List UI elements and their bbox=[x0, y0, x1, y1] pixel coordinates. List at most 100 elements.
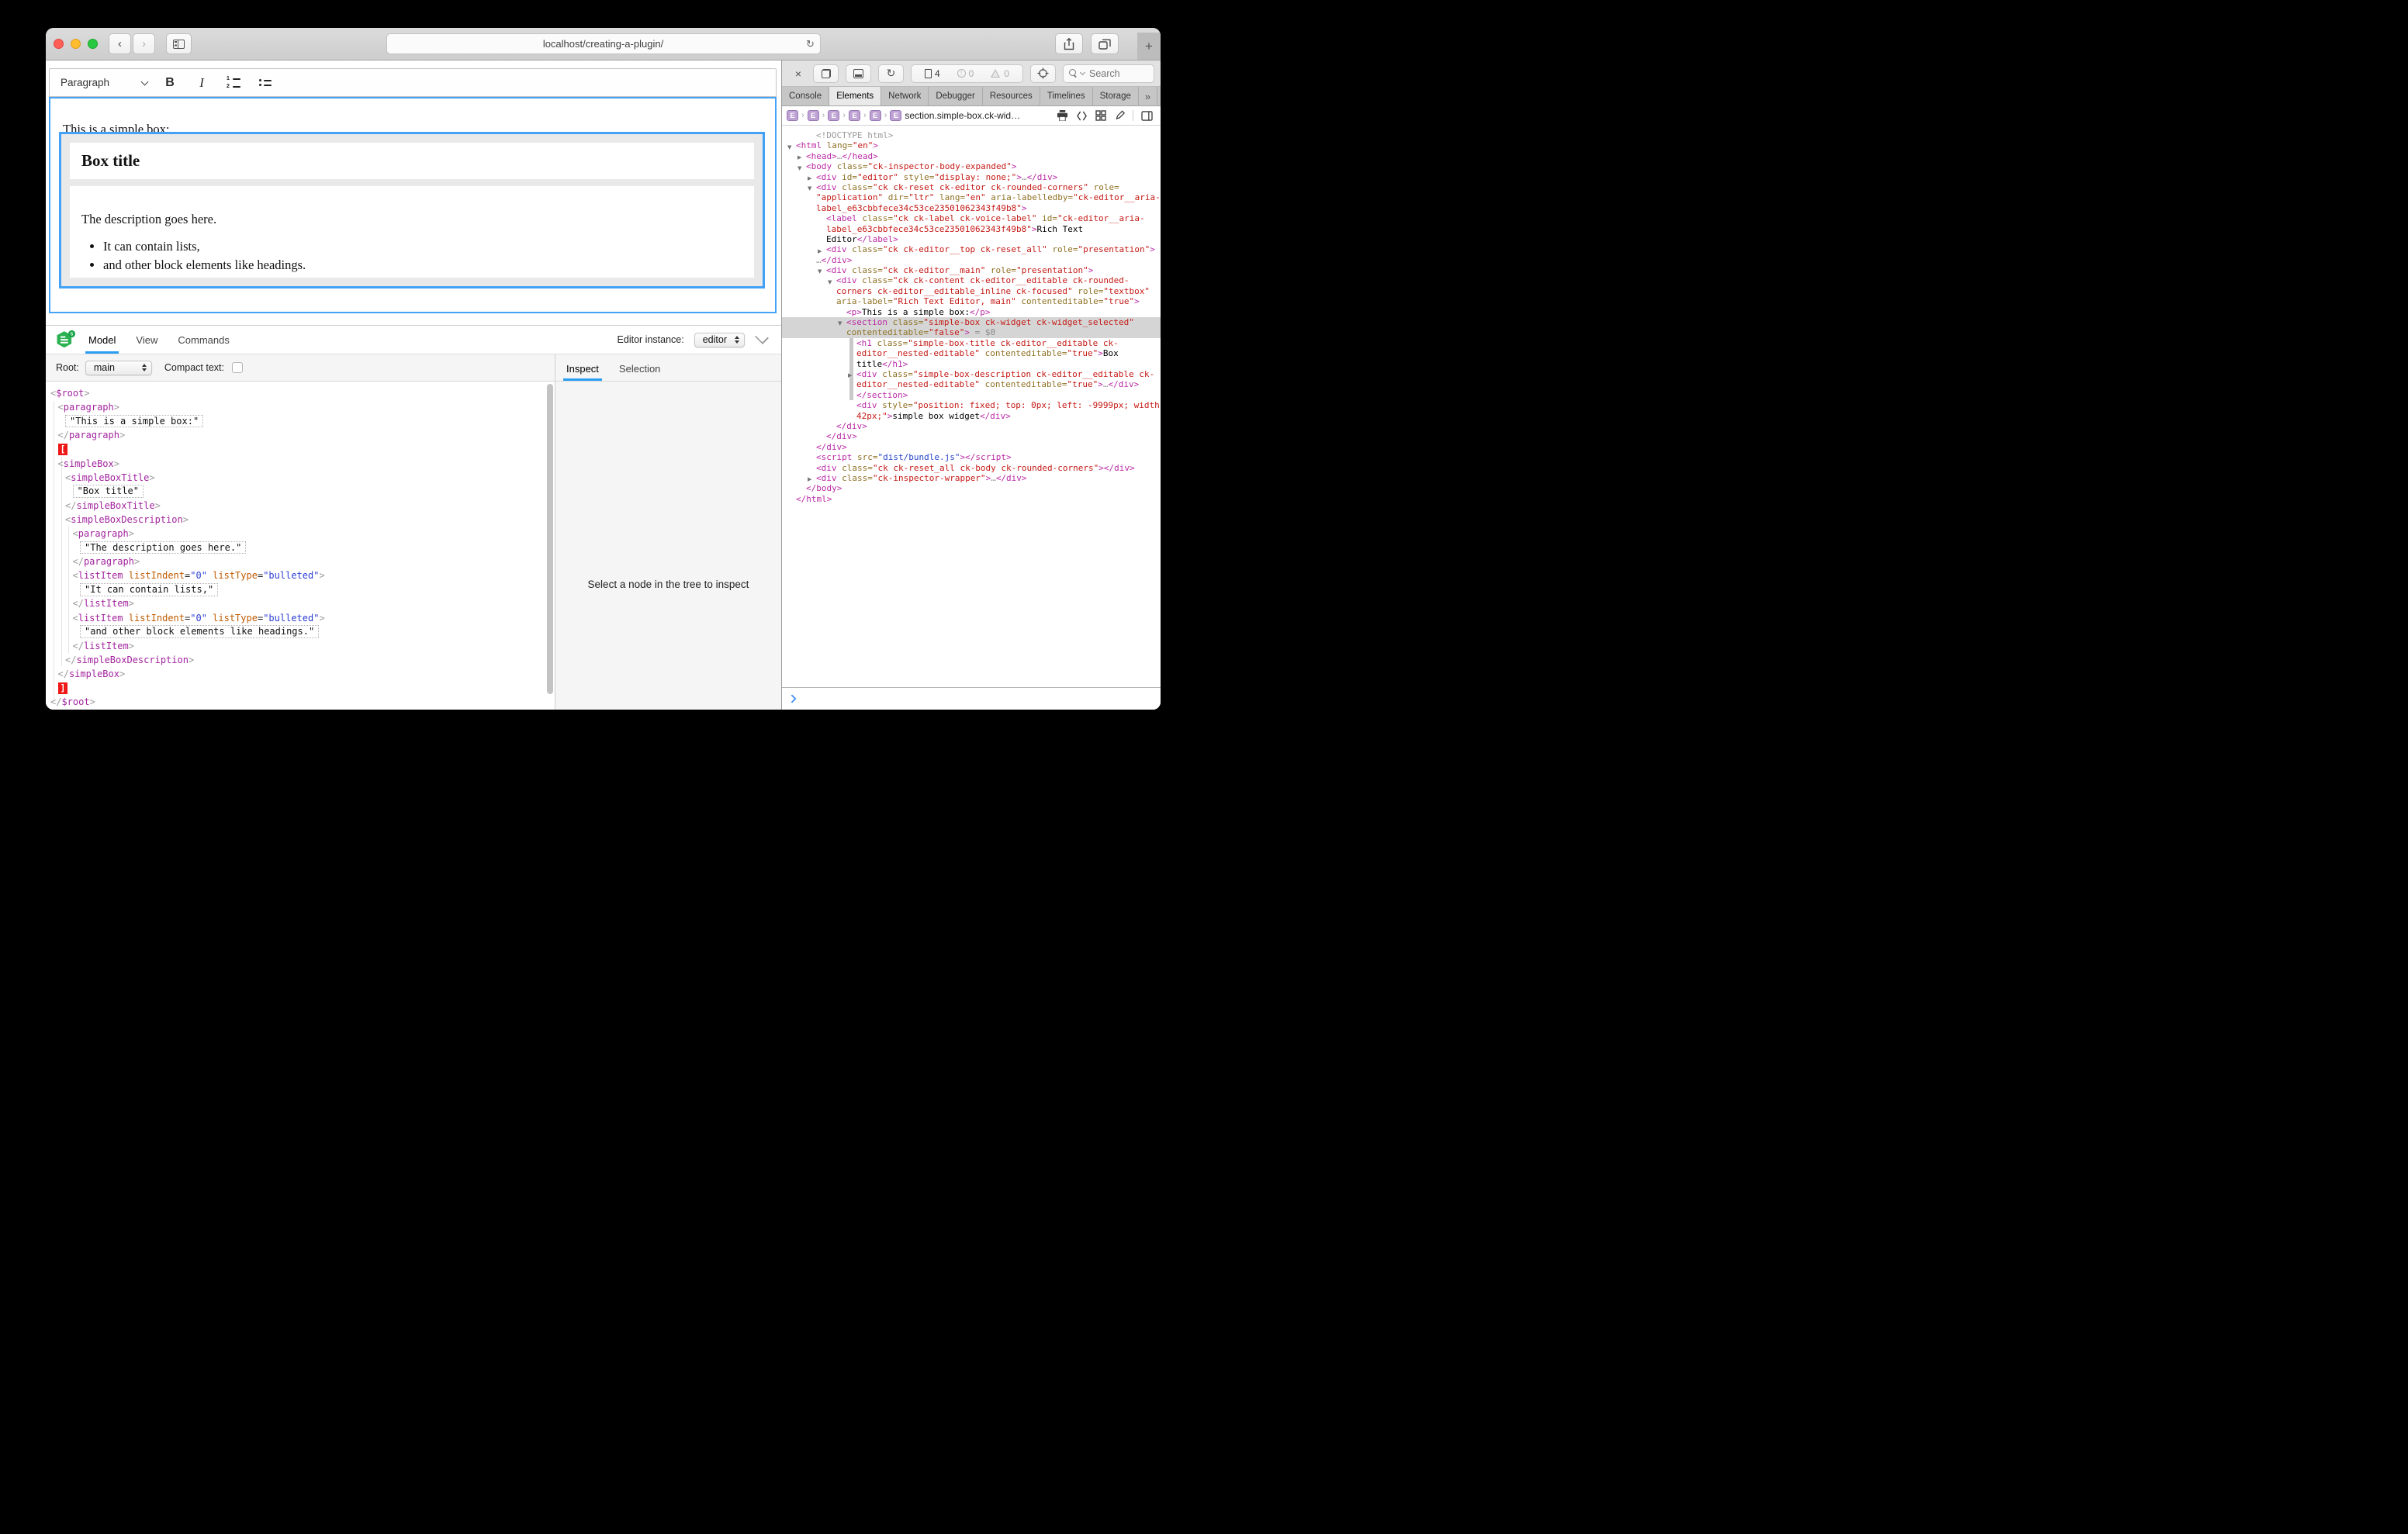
address-bar[interactable]: ↻ bbox=[386, 33, 821, 54]
quick-console[interactable] bbox=[782, 687, 1161, 710]
breadcrumb-element-badge[interactable]: E bbox=[787, 110, 798, 121]
code-line[interactable]: <div style="position: fixed; top: 0px; l… bbox=[782, 400, 1161, 410]
code-line[interactable]: </div> bbox=[782, 421, 1161, 431]
code-line[interactable]: editor__nested-editable" contenteditable… bbox=[782, 379, 1161, 389]
editor-instance-select[interactable]: editor bbox=[694, 333, 745, 347]
code-line[interactable]: ▶<div class="simple-box-description ck-e… bbox=[782, 369, 1161, 379]
root-select[interactable]: main bbox=[85, 361, 152, 375]
print-icon[interactable] bbox=[1057, 110, 1068, 121]
model-line[interactable]: <$root> bbox=[46, 386, 555, 400]
code-line[interactable]: </section> bbox=[782, 390, 1161, 400]
simple-box-widget[interactable]: Box title The description goes here. It … bbox=[59, 132, 765, 288]
bold-button[interactable]: B bbox=[161, 74, 179, 92]
model-line[interactable]: <simpleBoxDescription> bbox=[46, 513, 555, 527]
bulleted-list-button[interactable] bbox=[256, 74, 275, 92]
breadcrumb-element-badge[interactable]: E bbox=[890, 110, 901, 121]
model-line[interactable]: <listItem listIndent="0" listType="bulle… bbox=[46, 611, 555, 625]
model-line[interactable]: <paragraph> bbox=[46, 400, 555, 414]
issues-summary[interactable]: 4 !0 0 bbox=[911, 64, 1023, 83]
devtools-tab-resources[interactable]: Resources bbox=[983, 87, 1040, 105]
show-source-icon[interactable] bbox=[1076, 111, 1088, 121]
description-bullet[interactable]: and other block elements like headings. bbox=[103, 257, 742, 273]
code-line[interactable]: ▶<div id="editor" style="display: none;"… bbox=[782, 172, 1161, 182]
code-line[interactable]: ▶<div class="ck-inspector-wrapper">…</di… bbox=[782, 473, 1161, 483]
detach-devtools-button[interactable] bbox=[813, 64, 839, 83]
code-line[interactable]: <p>This is a simple box:</p> bbox=[782, 307, 1161, 317]
reload-page-button[interactable]: ↻ bbox=[878, 64, 904, 83]
numbered-list-button[interactable]: 1 2 bbox=[224, 74, 243, 92]
code-line[interactable]: label_e63cbbfece34c53ce23501062343f49b8"… bbox=[782, 224, 1161, 234]
code-line[interactable]: ▼<div class="ck ck-editor__main" role="p… bbox=[782, 265, 1161, 275]
model-line[interactable]: </simpleBox> bbox=[46, 667, 555, 681]
code-line[interactable]: …</div> bbox=[782, 255, 1161, 265]
breadcrumb-element-badge[interactable]: E bbox=[808, 110, 819, 121]
box-title-heading[interactable]: Box title bbox=[81, 151, 140, 171]
search-input[interactable] bbox=[1088, 67, 1142, 80]
breadcrumb-element-badge[interactable]: E bbox=[849, 110, 860, 121]
description-paragraph[interactable]: The description goes here. bbox=[81, 212, 742, 227]
devtools-search-field[interactable] bbox=[1063, 64, 1154, 83]
code-line[interactable]: <script src="dist/bundle.js"></script> bbox=[782, 452, 1161, 462]
tab-model[interactable]: Model bbox=[88, 326, 116, 354]
model-line[interactable]: </paragraph> bbox=[46, 428, 555, 442]
code-line[interactable]: aria-label="Rich Text Editor, main" cont… bbox=[782, 296, 1161, 306]
code-line[interactable]: editor__nested-editable" contenteditable… bbox=[782, 348, 1161, 358]
description-bullet[interactable]: It can contain lists, bbox=[103, 239, 742, 254]
model-line[interactable]: ] bbox=[46, 681, 555, 695]
dock-bottom-button[interactable] bbox=[846, 64, 871, 83]
styles-brush-icon[interactable] bbox=[1114, 110, 1125, 121]
model-line[interactable]: <paragraph> bbox=[46, 527, 555, 541]
layout-grid-icon[interactable] bbox=[1095, 110, 1106, 121]
collapse-inspector-chevron-icon[interactable] bbox=[755, 330, 769, 344]
share-button[interactable] bbox=[1055, 33, 1083, 54]
code-line[interactable]: "application" dir="ltr" lang="en" aria-l… bbox=[782, 192, 1161, 202]
devtools-tab-network[interactable]: Network bbox=[881, 87, 929, 105]
devtools-tab-timelines[interactable]: Timelines bbox=[1040, 87, 1093, 105]
back-button[interactable]: ‹ bbox=[109, 33, 131, 54]
code-line[interactable]: Editor</label> bbox=[782, 234, 1161, 244]
model-line[interactable]: </$root> bbox=[46, 695, 555, 709]
model-line[interactable]: </simpleBoxTitle> bbox=[46, 499, 555, 513]
url-input[interactable] bbox=[406, 37, 801, 50]
code-line[interactable]: ▼<body class="ck-inspector-body-expanded… bbox=[782, 161, 1161, 171]
devtools-tab-elements[interactable]: Elements bbox=[829, 87, 881, 105]
code-line[interactable]: corners ck-editor__editable_inline ck-fo… bbox=[782, 286, 1161, 296]
italic-button[interactable]: I bbox=[192, 74, 211, 92]
model-line[interactable]: </paragraph> bbox=[46, 555, 555, 568]
code-line[interactable]: </body> bbox=[782, 483, 1161, 493]
code-line[interactable]: label_e63cbbfece34c53ce23501062343f49b8"… bbox=[782, 203, 1161, 213]
code-line[interactable]: ▼<div class="ck ck-content ck-editor__ed… bbox=[782, 275, 1161, 285]
code-line[interactable]: </div> bbox=[782, 431, 1161, 441]
model-line[interactable]: "The description goes here." bbox=[46, 541, 555, 555]
model-line[interactable]: <simpleBoxTitle> bbox=[46, 471, 555, 485]
code-line[interactable]: ▶<head>…</head> bbox=[782, 151, 1161, 161]
tab-overview-button[interactable] bbox=[1091, 33, 1119, 54]
model-line[interactable]: </listItem> bbox=[46, 596, 555, 610]
model-line[interactable]: "Box title" bbox=[46, 485, 555, 499]
devtools-tab-debugger[interactable]: Debugger bbox=[929, 87, 983, 105]
zoom-window-button[interactable] bbox=[88, 39, 98, 49]
minimize-window-button[interactable] bbox=[71, 39, 81, 49]
model-line[interactable]: <simpleBox> bbox=[46, 456, 555, 470]
model-line[interactable]: "This is a simple box:" bbox=[46, 414, 555, 428]
model-line[interactable]: <listItem listIndent="0" listType="bulle… bbox=[46, 568, 555, 582]
model-line[interactable]: "It can contain lists," bbox=[46, 582, 555, 596]
code-line[interactable]: ▶<div class="ck ck-editor__top ck-reset_… bbox=[782, 244, 1161, 254]
element-picker-button[interactable] bbox=[1030, 64, 1056, 83]
breadcrumb-current-node[interactable]: section.simple-box.ck-wid… bbox=[905, 110, 1020, 121]
close-window-button[interactable] bbox=[54, 39, 64, 49]
tab-overflow-button[interactable]: » bbox=[1139, 87, 1157, 105]
sidebar-toggle-button[interactable] bbox=[166, 33, 192, 54]
compact-text-checkbox[interactable] bbox=[232, 362, 243, 373]
code-line[interactable]: <h1 class="simple-box-title ck-editor__e… bbox=[782, 338, 1161, 348]
new-tab-button[interactable]: + bbox=[1137, 33, 1161, 60]
devtools-tab-storage[interactable]: Storage bbox=[1093, 87, 1139, 105]
page-reload-icon[interactable]: ↻ bbox=[801, 38, 820, 50]
tab-commands[interactable]: Commands bbox=[178, 326, 229, 354]
forward-button[interactable]: › bbox=[133, 33, 155, 54]
breadcrumb-element-badge[interactable]: E bbox=[828, 110, 839, 121]
code-line[interactable]: ▼<html lang="en"> bbox=[782, 140, 1161, 150]
code-line[interactable]: </html> bbox=[782, 494, 1161, 504]
code-line[interactable]: <div class="ck ck-reset_all ck-body ck-r… bbox=[782, 463, 1161, 473]
devtools-tab-console[interactable]: Console bbox=[782, 87, 829, 105]
